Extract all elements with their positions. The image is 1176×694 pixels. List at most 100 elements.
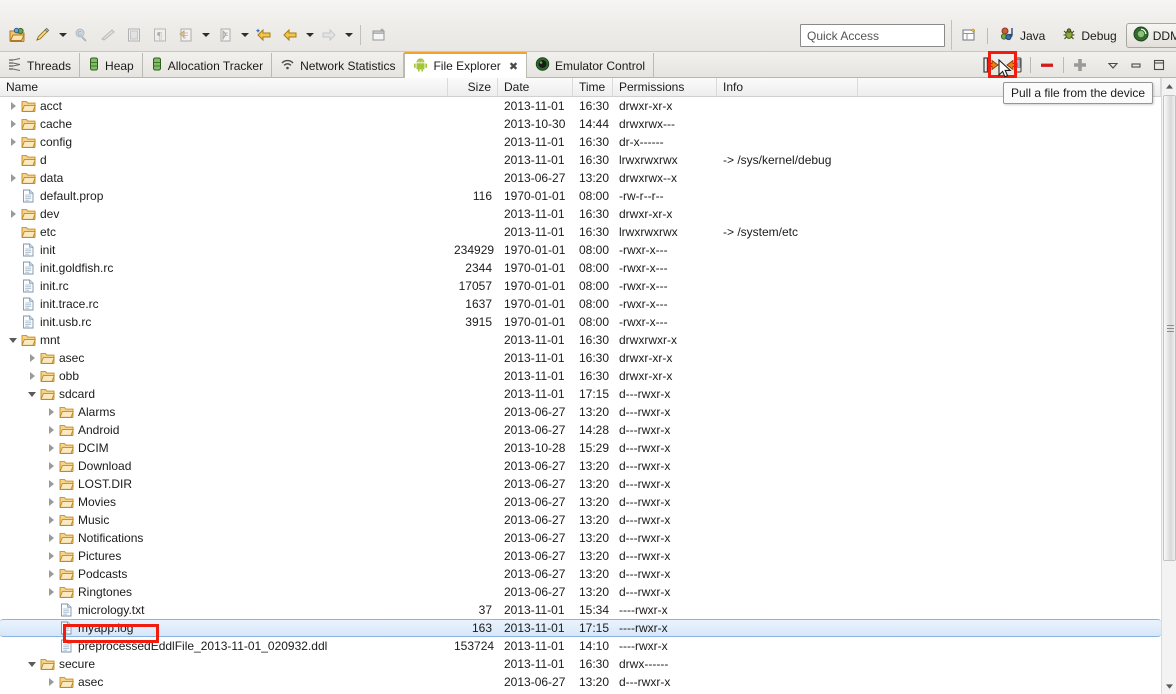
back-icon[interactable] [277,22,303,48]
table-row[interactable]: init 234929 1970-01-01 08:00 -rwxr-x--- [0,241,1161,259]
pull-file-button[interactable] [980,54,1002,76]
expand-twisty-icon[interactable] [6,169,20,187]
table-row[interactable]: preprocessedEddlFile_2013-11-01_020932.d… [0,637,1161,655]
expand-twisty-icon[interactable] [44,439,58,457]
expand-twisty-icon[interactable] [44,493,58,511]
table-row[interactable]: Pictures 2013-06-27 13:20 d---rwxr-x [0,547,1161,565]
table-row[interactable]: Notifications 2013-06-27 13:20 d---rwxr-x [0,529,1161,547]
table-row[interactable]: Music 2013-06-27 13:20 d---rwxr-x [0,511,1161,529]
column-header-name[interactable]: Name [0,78,448,96]
tab-emulator-control[interactable]: Emulator Control [527,53,655,78]
quick-access-input[interactable]: Quick Access [800,24,945,47]
new-folder-button[interactable] [1069,54,1091,76]
table-row[interactable]: Download 2013-06-27 13:20 d---rwxr-x [0,457,1161,475]
table-row[interactable]: LOST.DIR 2013-06-27 13:20 d---rwxr-x [0,475,1161,493]
table-row[interactable]: default.prop 116 1970-01-01 08:00 -rw-r--r-- [0,187,1161,205]
table-row[interactable]: config 2013-11-01 16:30 dr-x------ [0,133,1161,151]
table-row[interactable]: Podcasts 2013-06-27 13:20 d---rwxr-x [0,565,1161,583]
table-row[interactable]: asec 2013-11-01 16:30 drwxr-xr-x [0,349,1161,367]
tab-threads[interactable]: Threads [0,53,81,78]
column-header-info[interactable]: Info [717,78,858,96]
scrollbar-thumb[interactable] [1163,95,1176,561]
table-row[interactable]: sdcard 2013-11-01 17:15 d---rwxr-x [0,385,1161,403]
table-row[interactable]: init.usb.rc 3915 1970-01-01 08:00 -rwxr-x--- [0,313,1161,331]
collapse-twisty-icon[interactable] [25,655,39,673]
table-row[interactable]: Movies 2013-06-27 13:20 d---rwxr-x [0,493,1161,511]
table-row[interactable]: acct 2013-11-01 16:30 drwxr-xr-x [0,97,1161,115]
run-icon[interactable] [95,22,121,48]
export-icon[interactable] [173,22,199,48]
expand-twisty-icon[interactable] [44,565,58,583]
expand-twisty-icon[interactable] [44,673,58,691]
collapse-twisty-icon[interactable] [25,385,39,403]
import-dropdown[interactable] [238,22,251,48]
table-row[interactable]: init.goldfish.rc 2344 1970-01-01 08:00 -rwxr… [0,259,1161,277]
table-row[interactable]: init.rc 17057 1970-01-01 08:00 -rwxr-x--- [0,277,1161,295]
forward-dropdown[interactable] [342,22,355,48]
expand-twisty-icon[interactable] [44,457,58,475]
scroll-down-button[interactable] [1162,678,1176,694]
table-row[interactable]: d 2013-11-01 16:30 lrwxrwxrwx -> /sys/kernel… [0,151,1161,169]
column-header-date[interactable]: Date [498,78,573,96]
table-row[interactable]: cache 2013-10-30 14:44 drwxrwx--- [0,115,1161,133]
perspective-ddms[interactable]: DDMS [1125,23,1176,48]
back-dropdown[interactable] [303,22,316,48]
table-row[interactable]: DCIM 2013-10-28 15:29 d---rwxr-x [0,439,1161,457]
perspective-debug[interactable]: Debug [1054,23,1123,48]
table-row[interactable]: etc 2013-11-01 16:30 lrwxrwxrwx -> /system/e… [0,223,1161,241]
table-row[interactable]: Alarms 2013-06-27 13:20 d---rwxr-x [0,403,1161,421]
expand-twisty-icon[interactable] [44,403,58,421]
console-icon[interactable] [121,22,147,48]
table-row[interactable]: data 2013-06-27 13:20 drwxrwx--x [0,169,1161,187]
import-icon[interactable] [212,22,238,48]
expand-twisty-icon[interactable] [25,367,39,385]
column-header-time[interactable]: Time [573,78,613,96]
new-wizard-icon[interactable] [30,22,56,48]
push-file-button[interactable] [1003,54,1025,76]
table-row[interactable]: asec 2013-06-27 13:20 d---rwxr-x [0,673,1161,691]
delete-button[interactable] [1036,54,1058,76]
table-row[interactable]: micrology.txt 37 2013-11-01 15:34 ----rwxr-x [0,601,1161,619]
table-row[interactable]: obb 2013-11-01 16:30 drwxr-xr-x [0,367,1161,385]
column-header-permissions[interactable]: Permissions [613,78,717,96]
view-menu-button[interactable] [1102,54,1124,76]
expand-twisty-icon[interactable] [6,115,20,133]
expand-twisty-icon[interactable] [25,349,39,367]
export-dropdown[interactable] [199,22,212,48]
new-window-icon[interactable] [366,22,392,48]
perspective-java[interactable]: Java [993,23,1052,48]
tab-file-explorer[interactable]: File Explorer ✖ [404,52,528,78]
minimize-button[interactable] [1125,54,1147,76]
expand-twisty-icon[interactable] [6,205,20,223]
vertical-scrollbar[interactable] [1161,78,1176,694]
expand-twisty-icon[interactable] [44,583,58,601]
table-row[interactable]: Android 2013-06-27 14:28 d---rwxr-x [0,421,1161,439]
table-row[interactable]: Ringtones 2013-06-27 13:20 d---rwxr-x [0,583,1161,601]
last-edit-location-icon[interactable] [251,22,277,48]
expand-twisty-icon[interactable] [44,529,58,547]
tab-network-statistics[interactable]: Network Statistics [272,53,405,78]
scroll-up-button[interactable] [1162,78,1176,94]
expand-twisty-icon[interactable] [44,511,58,529]
close-icon[interactable]: ✖ [509,60,518,73]
collapse-twisty-icon[interactable] [6,331,20,349]
debug-icon[interactable]: C [69,22,95,48]
pilcrow-icon[interactable]: ¶ [147,22,173,48]
table-row-selected[interactable]: myapp.log 163 2013-11-01 17:15 ----rwxr-x [0,619,1161,637]
tab-heap[interactable]: Heap [80,53,143,78]
expand-twisty-icon[interactable] [44,421,58,439]
expand-twisty-icon[interactable] [44,547,58,565]
maximize-button[interactable] [1148,54,1170,76]
new-wizard-dropdown[interactable] [56,22,69,48]
table-row[interactable]: dev 2013-11-01 16:30 drwxr-xr-x [0,205,1161,223]
column-header-size[interactable]: Size [448,78,498,96]
table-row[interactable]: init.trace.rc 1637 1970-01-01 08:00 -rwxr-x-… [0,295,1161,313]
tab-allocation-tracker[interactable]: Allocation Tracker [143,53,273,78]
expand-twisty-icon[interactable] [6,133,20,151]
open-type-icon[interactable] [4,22,30,48]
expand-twisty-icon[interactable] [6,97,20,115]
forward-icon[interactable] [316,22,342,48]
table-row[interactable]: mnt 2013-11-01 16:30 drwxrwxr-x [0,331,1161,349]
open-perspective-icon[interactable] [956,23,982,48]
expand-twisty-icon[interactable] [44,475,58,493]
